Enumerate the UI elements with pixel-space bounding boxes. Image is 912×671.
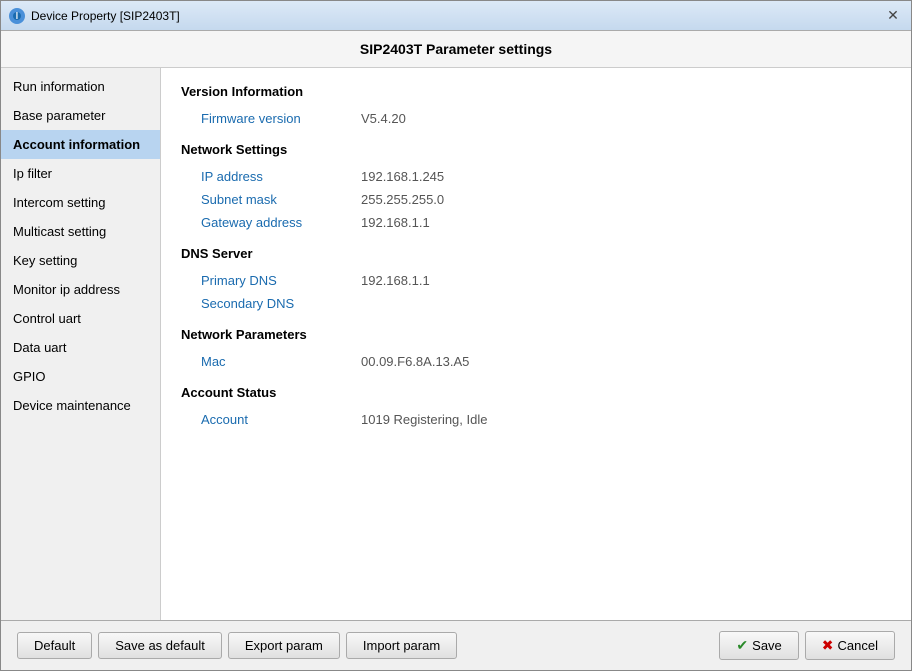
sidebar-item-device-maintenance[interactable]: Device maintenance bbox=[1, 391, 160, 420]
param-row: Secondary DNS bbox=[181, 292, 891, 315]
param-label: Firmware version bbox=[201, 111, 361, 126]
param-row: Firmware versionV5.4.20 bbox=[181, 107, 891, 130]
main-content: Version Information Firmware versionV5.4.… bbox=[161, 68, 911, 620]
sidebar-item-gpio[interactable]: GPIO bbox=[1, 362, 160, 391]
param-label: Primary DNS bbox=[201, 273, 361, 288]
default-button[interactable]: Default bbox=[17, 632, 92, 659]
param-row: Account1019 Registering, Idle bbox=[181, 408, 891, 431]
titlebar: i Device Property [SIP2403T] ✕ bbox=[1, 1, 911, 31]
param-label: Subnet mask bbox=[201, 192, 361, 207]
window-icon: i bbox=[9, 8, 25, 24]
param-label: Account bbox=[201, 412, 361, 427]
param-label: Mac bbox=[201, 354, 361, 369]
param-value: 192.168.1.1 bbox=[361, 215, 430, 230]
sidebar-item-run-information[interactable]: Run information bbox=[1, 72, 160, 101]
param-row: Mac00.09.F6.8A.13.A5 bbox=[181, 350, 891, 373]
cancel-x-icon: ✖ bbox=[822, 637, 834, 654]
section-header-dns-server: DNS Server bbox=[181, 246, 891, 261]
footer-right: ✔ Save ✖ Cancel bbox=[719, 631, 895, 660]
window-title: Device Property [SIP2403T] bbox=[31, 9, 180, 23]
footer: DefaultSave as defaultExport paramImport… bbox=[1, 620, 911, 670]
save-as-default-button[interactable]: Save as default bbox=[98, 632, 222, 659]
param-row: IP address192.168.1.245 bbox=[181, 165, 891, 188]
cancel-label: Cancel bbox=[838, 638, 878, 653]
close-button[interactable]: ✕ bbox=[883, 6, 903, 26]
param-value: 192.168.1.1 bbox=[361, 273, 430, 288]
cancel-button[interactable]: ✖ Cancel bbox=[805, 631, 895, 660]
titlebar-left: i Device Property [SIP2403T] bbox=[9, 8, 180, 24]
param-value: 00.09.F6.8A.13.A5 bbox=[361, 354, 469, 369]
param-value: 255.255.255.0 bbox=[361, 192, 444, 207]
sidebar-item-multicast-setting[interactable]: Multicast setting bbox=[1, 217, 160, 246]
param-label: Secondary DNS bbox=[201, 296, 361, 311]
sidebar-item-control-uart[interactable]: Control uart bbox=[1, 304, 160, 333]
footer-left: DefaultSave as defaultExport paramImport… bbox=[17, 632, 457, 659]
save-check-icon: ✔ bbox=[736, 637, 748, 654]
param-row: Primary DNS192.168.1.1 bbox=[181, 269, 891, 292]
save-label: Save bbox=[752, 638, 782, 653]
sidebar-item-ip-filter[interactable]: Ip filter bbox=[1, 159, 160, 188]
svg-text:i: i bbox=[16, 11, 19, 21]
save-button[interactable]: ✔ Save bbox=[719, 631, 798, 660]
param-value: 1019 Registering, Idle bbox=[361, 412, 487, 427]
sidebar-item-account-information[interactable]: Account information bbox=[1, 130, 160, 159]
section-header-network-parameters: Network Parameters bbox=[181, 327, 891, 342]
sidebar-item-base-parameter[interactable]: Base parameter bbox=[1, 101, 160, 130]
content-area: Run informationBase parameterAccount inf… bbox=[1, 68, 911, 620]
param-value: 192.168.1.245 bbox=[361, 169, 444, 184]
sidebar-item-key-setting[interactable]: Key setting bbox=[1, 246, 160, 275]
param-value: V5.4.20 bbox=[361, 111, 406, 126]
export-param-button[interactable]: Export param bbox=[228, 632, 340, 659]
section-header-version-information: Version Information bbox=[181, 84, 891, 99]
sidebar: Run informationBase parameterAccount inf… bbox=[1, 68, 161, 620]
sidebar-item-data-uart[interactable]: Data uart bbox=[1, 333, 160, 362]
section-header-network-settings: Network Settings bbox=[181, 142, 891, 157]
section-header-account-status: Account Status bbox=[181, 385, 891, 400]
param-label: IP address bbox=[201, 169, 361, 184]
device-property-window: i Device Property [SIP2403T] ✕ SIP2403T … bbox=[0, 0, 912, 671]
param-label: Gateway address bbox=[201, 215, 361, 230]
import-param-button[interactable]: Import param bbox=[346, 632, 457, 659]
param-row: Gateway address192.168.1.1 bbox=[181, 211, 891, 234]
dialog-header: SIP2403T Parameter settings bbox=[1, 31, 911, 68]
param-row: Subnet mask255.255.255.0 bbox=[181, 188, 891, 211]
sidebar-item-monitor-ip-address[interactable]: Monitor ip address bbox=[1, 275, 160, 304]
sidebar-item-intercom-setting[interactable]: Intercom setting bbox=[1, 188, 160, 217]
